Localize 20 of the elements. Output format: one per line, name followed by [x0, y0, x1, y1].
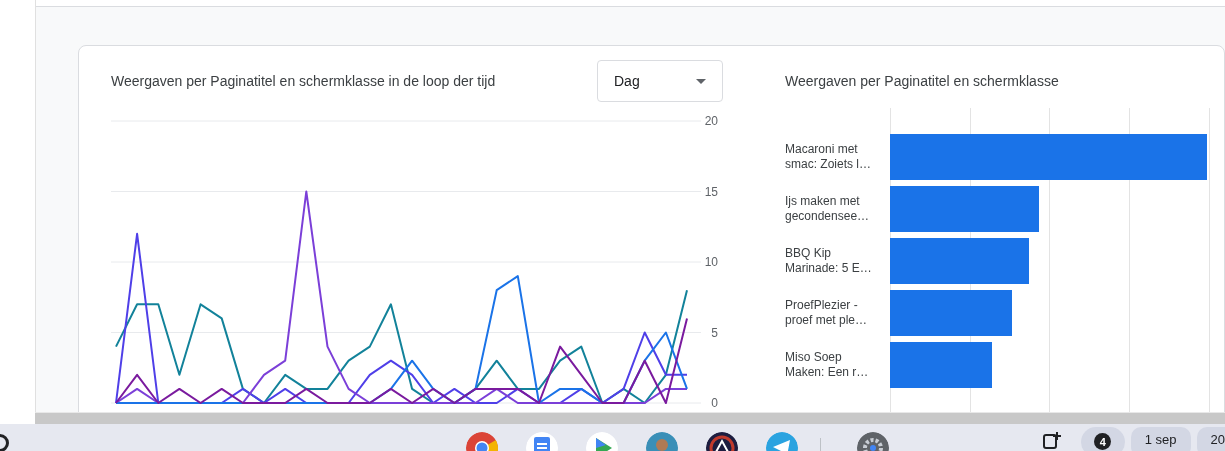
- axis-tick-label: 15: [704, 184, 718, 199]
- scrollbar[interactable]: [35, 412, 1225, 424]
- period-dropdown[interactable]: Dag: [597, 60, 723, 102]
- caret-icon: [696, 78, 706, 84]
- bar-label: Miso Soep Maken: Een r…: [785, 349, 870, 381]
- bar-label: Macaroni met smac: Zoiets l…: [785, 141, 872, 173]
- date-button[interactable]: 1 sep: [1130, 427, 1191, 451]
- axis-tick-label: 0: [711, 396, 718, 409]
- chart-title: Weergaven per Paginatitel en schermklasse: [785, 73, 1059, 89]
- bar-label: BBQ Kip Marinade: 5 E…: [785, 245, 873, 277]
- axis-tick-label: 5: [711, 325, 718, 340]
- bar-label: Ijs maken met gecondensee…: [785, 193, 871, 225]
- axis-tick-label: 10: [704, 255, 718, 269]
- bar-label: ProefPlezier - proef met ple…: [785, 297, 869, 329]
- clock-button[interactable]: 20: [1196, 427, 1225, 451]
- notification-button[interactable]: 4: [1080, 427, 1125, 451]
- screen-capture-icon[interactable]: [1042, 431, 1061, 449]
- chart-title: Weergaven per Paginatitel en schermklasse in de loop der tijd: [111, 73, 496, 89]
- axis-tick-label: 20: [704, 114, 718, 128]
- notification-count: 4: [1094, 433, 1112, 450]
